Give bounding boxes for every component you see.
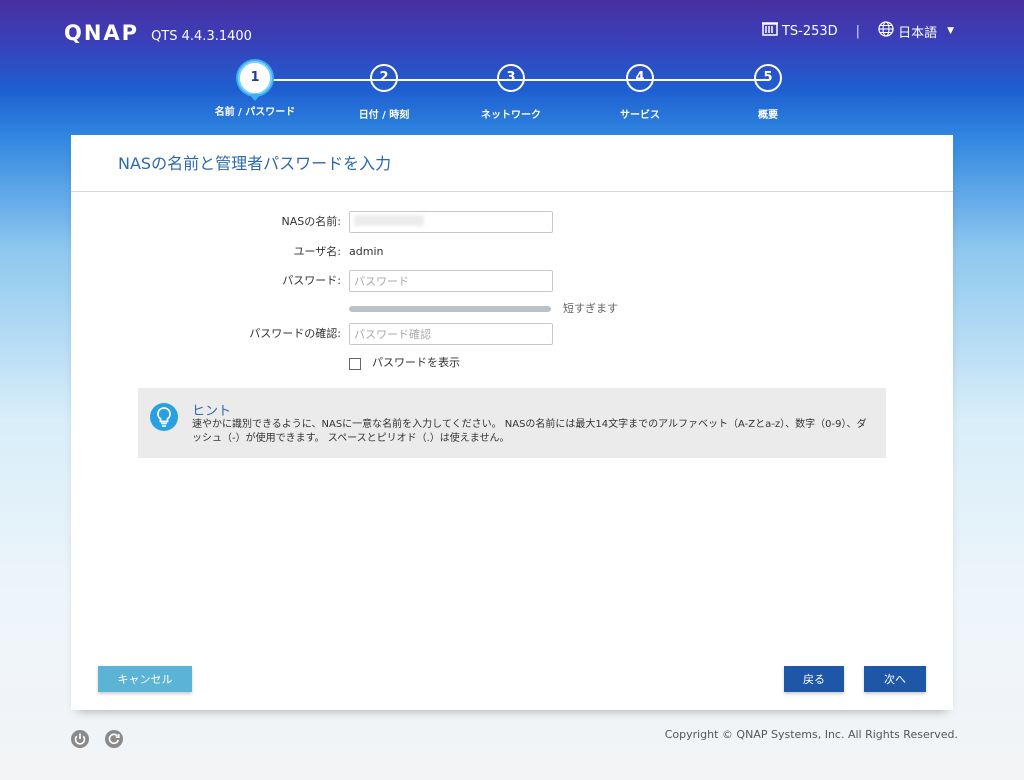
step-number: 5	[754, 64, 782, 92]
show-password-label[interactable]: パスワードを表示	[372, 353, 460, 373]
step-summary: 5 概要	[708, 64, 828, 121]
cancel-button[interactable]: キャンセル	[98, 666, 192, 692]
step-name-password: 1 名前 / パスワード	[195, 61, 315, 118]
step-label: 名前 / パスワード	[214, 107, 296, 118]
header-separator: |	[855, 23, 861, 39]
redacted-nas-name	[354, 215, 424, 226]
step-number: 1	[238, 61, 272, 95]
password-strength-row: 短すぎます	[71, 300, 953, 318]
username-label: ユーザ名:	[293, 245, 342, 258]
show-password-row: パスワードを表示	[71, 353, 953, 373]
globe-icon	[878, 21, 894, 41]
language-label: 日本語	[898, 25, 938, 41]
lightbulb-icon	[149, 402, 179, 436]
back-button[interactable]: 戻る	[784, 666, 844, 692]
nas-device-icon	[761, 22, 778, 40]
show-password-checkbox[interactable]	[349, 358, 361, 370]
hint-title: ヒント	[192, 404, 232, 419]
top-right-toolbar: TS-253D | 日本語 ▼	[761, 21, 954, 41]
username-row: ユーザ名: admin	[71, 241, 953, 263]
page-title: NASの名前と管理者パスワードを入力	[71, 135, 953, 192]
nas-model: TS-253D	[781, 23, 838, 39]
step-label: 概要	[758, 110, 778, 121]
chevron-down-icon: ▼	[947, 26, 954, 36]
copyright-text: Copyright © QNAP Systems, Inc. All Right…	[664, 728, 958, 741]
step-services: 4 サービス	[580, 64, 700, 121]
footer-icons	[70, 729, 124, 749]
step-number: 4	[626, 64, 654, 92]
nas-name-label: NASの名前:	[281, 215, 341, 228]
confirm-password-input[interactable]	[349, 323, 553, 345]
restart-icon[interactable]	[104, 729, 124, 749]
power-icon[interactable]	[70, 729, 90, 749]
step-network: 3 ネットワーク	[451, 64, 571, 121]
step-number: 3	[497, 64, 525, 92]
step-number: 2	[370, 64, 398, 92]
password-row: パスワード:	[71, 270, 953, 292]
step-label: 日付 / 時刻	[358, 110, 410, 121]
step-label: ネットワーク	[481, 110, 541, 121]
confirm-password-row: パスワードの確認:	[71, 323, 953, 345]
step-label: サービス	[620, 110, 660, 121]
wizard-steps: 1 名前 / パスワード 2 日付 / 時刻 3 ネットワーク 4 サービス 5…	[0, 61, 1024, 128]
nas-name-field-wrap	[349, 211, 553, 233]
step-date-time: 2 日付 / 時刻	[324, 64, 444, 121]
qnap-logo: QNAP	[64, 21, 140, 45]
password-label: パスワード:	[282, 274, 341, 287]
hint-text: 速やかに識別できるように、NASに一意な名前を入力してください。 NASの名前に…	[192, 419, 867, 444]
language-selector[interactable]: 日本語 ▼	[878, 21, 954, 41]
password-strength-text: 短すぎます	[563, 302, 618, 315]
brand: QNAP QTS 4.4.3.1400	[64, 21, 252, 45]
qts-version: QTS 4.4.3.1400	[151, 29, 252, 44]
username-value: admin	[349, 245, 384, 258]
password-input[interactable]	[349, 270, 553, 292]
next-button[interactable]: 次へ	[864, 666, 926, 692]
nas-name-row: NASの名前:	[71, 211, 953, 233]
confirm-password-label: パスワードの確認:	[249, 327, 341, 340]
active-step-pointer	[249, 94, 261, 101]
wizard-panel: NASの名前と管理者パスワードを入力 NASの名前: ユーザ名: admin パ…	[71, 135, 953, 710]
hint-box: ヒント 速やかに識別できるように、NASに一意な名前を入力してください。 NAS…	[138, 388, 886, 458]
password-strength-bar	[349, 306, 551, 312]
